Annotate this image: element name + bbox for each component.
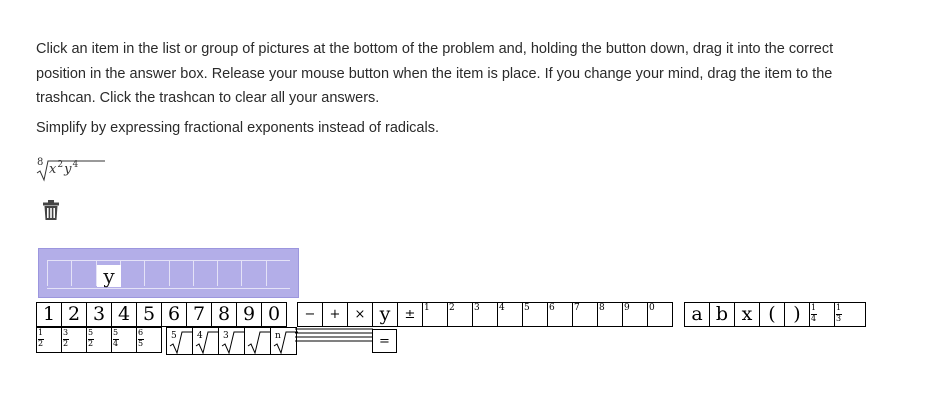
fraction-tile[interactable]: 14 (809, 302, 835, 327)
trash-icon[interactable] (41, 199, 61, 221)
fraction-numerator: 6 (138, 328, 144, 337)
radicand: x2y4 (49, 160, 79, 177)
problem-prompt: Simplify by expressing fractional expone… (36, 120, 439, 136)
palette-tile[interactable]: 0 (647, 302, 673, 327)
palette-tile[interactable]: 8 (211, 302, 237, 327)
palette-tile[interactable]: a (684, 302, 710, 327)
radicand-exp-y: 4 (72, 160, 79, 170)
palette-tile[interactable]: ± (397, 302, 423, 327)
radicand-exp-x: 2 (57, 160, 64, 170)
answer-box[interactable]: y (38, 248, 299, 298)
answer-tile-y[interactable]: y (97, 265, 121, 287)
radicand-base-x: x (49, 162, 57, 177)
radical-index: 3 (223, 331, 229, 341)
fraction-denominator: 2 (63, 339, 69, 348)
palette-tile[interactable]: − (297, 302, 323, 327)
answer-slot[interactable] (47, 261, 72, 286)
fraction-numerator: 5 (88, 328, 94, 337)
fraction-tile[interactable]: 13 (834, 302, 866, 327)
answer-slot[interactable] (265, 261, 291, 286)
palette-tile[interactable]: 9 (622, 302, 648, 327)
radicand-base-y: y (64, 162, 72, 177)
palette-tile[interactable]: 1 (36, 302, 62, 327)
palette-tile[interactable]: 8 (597, 302, 623, 327)
palette-tile[interactable]: b (709, 302, 735, 327)
fraction-numerator: 1 (836, 303, 842, 312)
palette-tile[interactable]: 6 (547, 302, 573, 327)
fraction-tile[interactable]: 65 (136, 327, 162, 353)
fraction-denominator: 5 (138, 339, 144, 348)
radical-index: n (275, 331, 281, 341)
fraction-denominator: 2 (38, 339, 44, 348)
fraction-denominator: 2 (88, 339, 94, 348)
palette-tile[interactable]: 4 (111, 302, 137, 327)
palette-tile[interactable]: 5 (522, 302, 548, 327)
answer-slots[interactable] (47, 260, 290, 289)
radical-index: 4 (197, 331, 203, 341)
radical-tile[interactable] (244, 327, 272, 355)
fraction-tile[interactable]: 54 (111, 327, 137, 353)
answer-slot[interactable] (241, 261, 266, 286)
palette-tile[interactable]: y (372, 302, 398, 327)
radical-index: 5 (171, 331, 177, 341)
fraction-numerator: 3 (63, 328, 69, 337)
palette-tile[interactable]: + (322, 302, 348, 327)
palette-tile[interactable]: 7 (186, 302, 212, 327)
palette-tile[interactable]: ) (784, 302, 810, 327)
palette-tile[interactable]: 2 (447, 302, 473, 327)
palette-tile[interactable]: 1 (422, 302, 448, 327)
palette-tile[interactable]: 6 (161, 302, 187, 327)
palette-tile[interactable]: ( (759, 302, 785, 327)
answer-slot[interactable] (192, 261, 218, 286)
radical-symbol-icon (247, 331, 272, 355)
fraction-denominator: 4 (811, 314, 817, 323)
radical-tile[interactable]: n (270, 327, 298, 355)
radical-index: 8 (37, 157, 44, 168)
fraction-bar-tiles[interactable] (295, 327, 375, 345)
fraction-denominator: 3 (836, 314, 842, 323)
answer-slot[interactable] (144, 261, 169, 286)
fraction-tile[interactable]: 32 (61, 327, 87, 353)
radical-expression: 8 x2y4 (35, 155, 105, 183)
palette-tile[interactable]: 4 (497, 302, 523, 327)
equals-tile[interactable]: = (372, 329, 397, 353)
palette-tile[interactable]: 7 (572, 302, 598, 327)
palette-tile[interactable]: 2 (61, 302, 87, 327)
fraction-numerator: 1 (38, 328, 44, 337)
palette-tile[interactable]: 5 (136, 302, 162, 327)
instructions-text: Click an item in the list or group of pi… (36, 41, 834, 106)
fraction-denominator: 4 (113, 339, 119, 348)
palette-tile[interactable]: × (347, 302, 373, 327)
palette-tile[interactable]: 0 (261, 302, 287, 327)
answer-slot[interactable] (168, 261, 194, 286)
palette-tile[interactable]: x (734, 302, 760, 327)
fraction-numerator: 5 (113, 328, 119, 337)
answer-slot[interactable] (119, 261, 145, 286)
radical-tile[interactable]: 4 (192, 327, 220, 355)
answer-slot[interactable] (71, 261, 96, 286)
fraction-tile[interactable]: 12 (36, 327, 62, 353)
fraction-numerator: 1 (811, 303, 817, 312)
radical-tile[interactable]: 5 (166, 327, 194, 355)
answer-slot[interactable] (217, 261, 242, 286)
radical-tile[interactable]: 3 (218, 327, 246, 355)
palette-tile[interactable]: 3 (472, 302, 498, 327)
fraction-tile[interactable]: 52 (86, 327, 112, 353)
palette-tile[interactable]: 3 (86, 302, 112, 327)
palette-tile[interactable]: 9 (236, 302, 262, 327)
